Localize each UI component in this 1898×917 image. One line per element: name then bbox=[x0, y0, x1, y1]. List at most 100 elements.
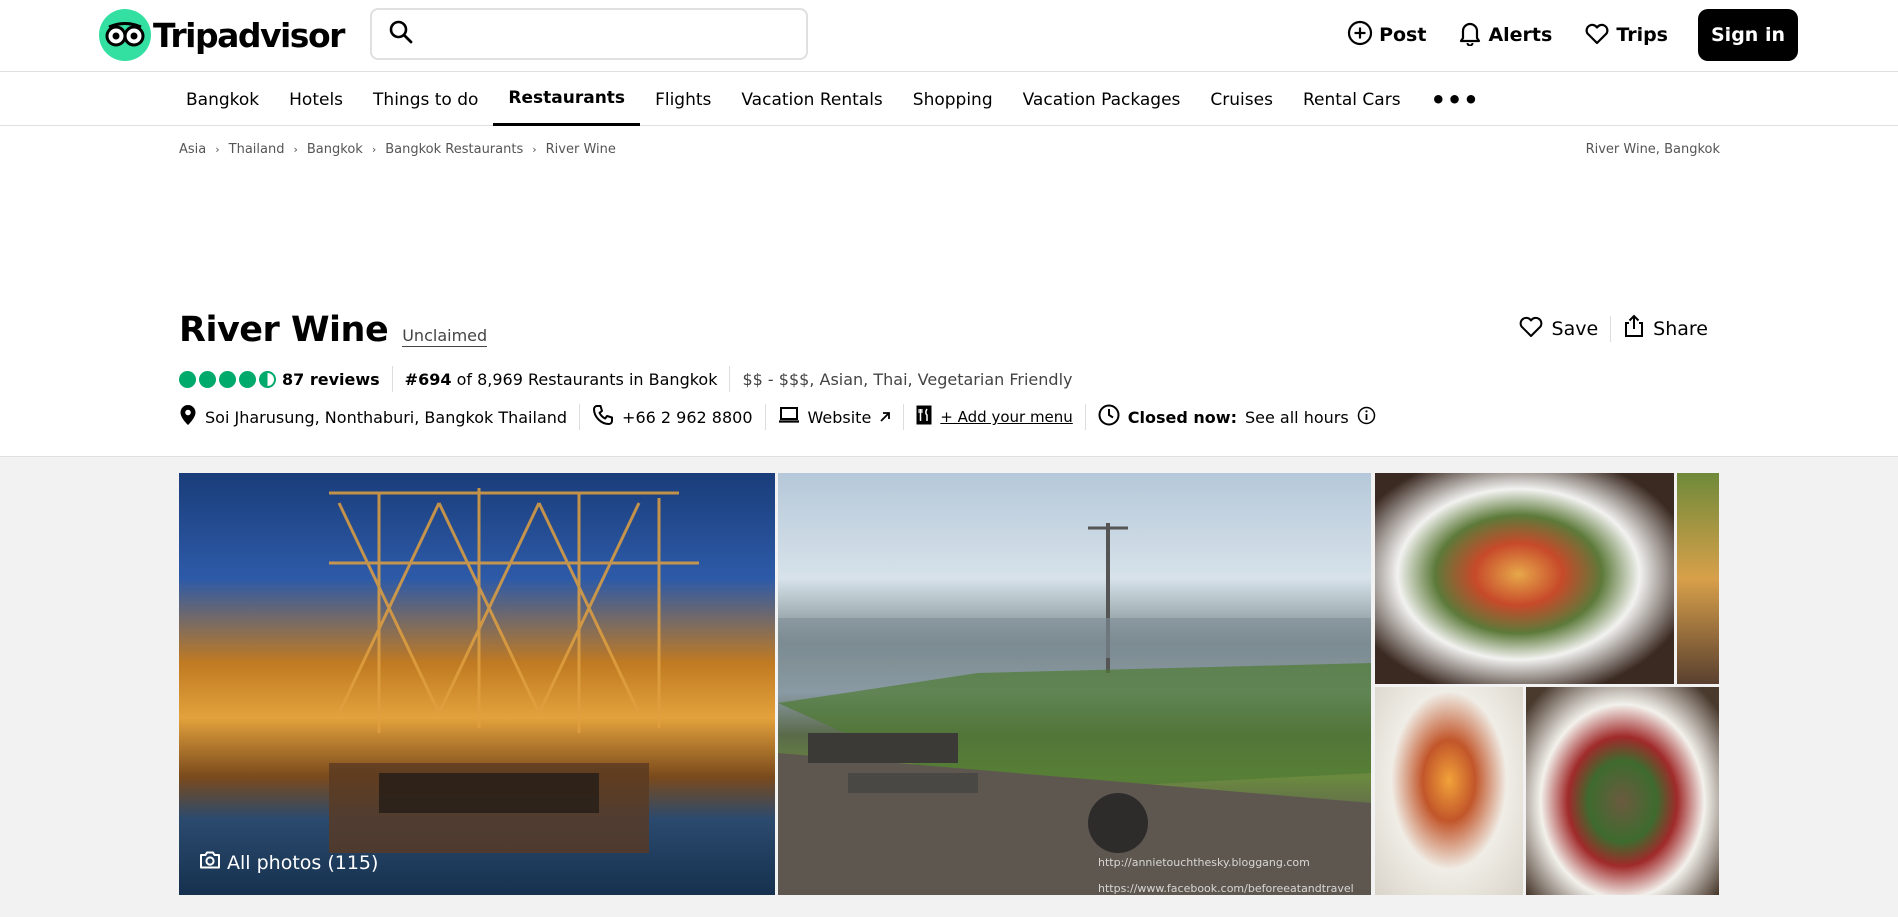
half-rating-bubble-icon bbox=[259, 370, 276, 388]
nav-item-shopping[interactable]: Shopping bbox=[898, 73, 1008, 126]
save-button[interactable]: Save bbox=[1506, 314, 1611, 343]
menu-icon bbox=[916, 405, 932, 429]
photo-grilled-prawn[interactable] bbox=[1375, 687, 1523, 895]
divider bbox=[1084, 404, 1086, 430]
rating-bubble-icon bbox=[239, 370, 256, 388]
nav-item-cruises[interactable]: Cruises bbox=[1195, 73, 1288, 126]
logo-text: Tripadvisor bbox=[153, 15, 345, 55]
camera-icon bbox=[199, 851, 221, 874]
address-link[interactable]: Soi Jharusung, Nonthaburi, Bangkok Thail… bbox=[179, 404, 567, 430]
post-button[interactable]: Post bbox=[1331, 9, 1442, 61]
reviews-count-link[interactable]: 87 reviews bbox=[282, 370, 380, 389]
rank-number: #694 bbox=[404, 369, 452, 389]
save-share-actions: Save Share bbox=[1506, 314, 1720, 343]
photo-partial-dish[interactable] bbox=[1677, 473, 1719, 684]
save-label: Save bbox=[1551, 317, 1599, 340]
chevron-right-icon: › bbox=[293, 143, 298, 156]
photo-salad-bowl[interactable] bbox=[1375, 473, 1674, 684]
see-all-hours-label: See all hours bbox=[1244, 407, 1349, 427]
website-label: Website bbox=[807, 407, 872, 427]
bell-icon bbox=[1458, 20, 1482, 51]
add-menu-label: + Add your menu bbox=[940, 408, 1073, 426]
website-link[interactable]: Website bbox=[778, 406, 892, 428]
heart-icon bbox=[1518, 314, 1544, 343]
nav-item-rental-cars[interactable]: Rental Cars bbox=[1288, 73, 1416, 126]
category-nav: Bangkok Hotels Things to do Restaurants Flig… bbox=[0, 73, 1898, 126]
phone-icon bbox=[592, 404, 614, 430]
watermark-line-1: http://annietouchthesky.bloggang.com bbox=[1098, 856, 1310, 869]
divider bbox=[391, 366, 393, 392]
share-icon bbox=[1623, 314, 1645, 343]
nav-item-flights[interactable]: Flights bbox=[640, 73, 726, 126]
sign-in-button[interactable]: Sign in bbox=[1698, 9, 1798, 61]
post-label: Post bbox=[1379, 24, 1427, 46]
ranking-link[interactable]: #694 of 8,969 Restaurants in Bangkok bbox=[405, 370, 718, 389]
share-label: Share bbox=[1653, 317, 1708, 340]
breadcrumb-item[interactable]: River Wine bbox=[546, 142, 616, 157]
info-row: Soi Jharusung, Nonthaburi, Bangkok Thail… bbox=[179, 404, 1376, 430]
price-cuisine-text: $$ - $$$, Asian, Thai, Vegetarian Friend… bbox=[742, 369, 1073, 389]
divider bbox=[764, 404, 766, 430]
title-row: River Wine Unclaimed bbox=[179, 310, 488, 350]
nav-item-hotels[interactable]: Hotels bbox=[274, 73, 358, 126]
alerts-label: Alerts bbox=[1488, 24, 1553, 46]
rating-bubble-icon bbox=[179, 370, 196, 388]
owl-logo-icon bbox=[99, 9, 151, 61]
breadcrumb: Asia › Thailand › Bangkok › Bangkok Restaurant… bbox=[179, 142, 616, 157]
watermark-line-2: https://www.facebook.com/beforeeatandtra… bbox=[1098, 882, 1354, 895]
tripadvisor-logo[interactable]: Tripadvisor bbox=[99, 9, 345, 61]
breadcrumb-item[interactable]: Thailand bbox=[229, 142, 285, 157]
address-text: Soi Jharusung, Nonthaburi, Bangkok Thail… bbox=[205, 407, 568, 427]
heart-icon bbox=[1584, 21, 1610, 50]
rank-text: of 8,969 Restaurants in Bangkok bbox=[456, 369, 718, 389]
trips-label: Trips bbox=[1616, 24, 1668, 46]
divider bbox=[579, 404, 581, 430]
breadcrumb-location-label: River Wine, Bangkok bbox=[1585, 142, 1720, 157]
clock-icon bbox=[1098, 404, 1120, 430]
trips-button[interactable]: Trips bbox=[1568, 9, 1684, 61]
nav-item-vacation-packages[interactable]: Vacation Packages bbox=[1008, 73, 1196, 126]
photo-seafood-bowl[interactable] bbox=[1526, 687, 1719, 895]
search-input[interactable] bbox=[424, 10, 806, 58]
info-icon[interactable] bbox=[1357, 406, 1376, 429]
nav-more-button[interactable]: ••• bbox=[1416, 73, 1495, 126]
top-actions: Post Alerts Trips Sign in bbox=[1331, 9, 1798, 61]
rating-bubbles bbox=[179, 370, 276, 388]
chevron-right-icon: › bbox=[371, 143, 377, 156]
add-menu-link[interactable]: + Add your menu bbox=[916, 405, 1073, 429]
nav-item-vacation-rentals[interactable]: Vacation Rentals bbox=[726, 73, 897, 126]
hours-status: Closed now: bbox=[1127, 407, 1237, 427]
page-title: River Wine bbox=[179, 310, 389, 350]
photo-watermark: http://annietouchthesky.bloggang.com htt… bbox=[1098, 850, 1354, 902]
breadcrumb-item[interactable]: Asia bbox=[179, 142, 206, 157]
rating-bubble-icon bbox=[199, 370, 216, 388]
all-photos-button[interactable]: All photos (115) bbox=[199, 851, 378, 874]
hours-link[interactable]: Closed now: See all hours bbox=[1098, 404, 1376, 430]
breadcrumb-item[interactable]: Bangkok bbox=[307, 142, 363, 157]
search-box[interactable] bbox=[370, 8, 808, 60]
map-pin-icon bbox=[179, 404, 197, 430]
all-photos-label: All photos (115) bbox=[227, 851, 379, 874]
photo-riverside-terrace[interactable] bbox=[778, 473, 1371, 895]
plus-circle-icon bbox=[1347, 20, 1373, 51]
rating-row: 87 reviews #694 of 8,969 Restaurants in … bbox=[179, 366, 1072, 392]
divider bbox=[729, 366, 731, 392]
laptop-icon bbox=[778, 406, 800, 428]
nav-item-bangkok[interactable]: Bangkok bbox=[171, 73, 274, 126]
divider bbox=[903, 404, 905, 430]
rating-bubble-icon bbox=[219, 370, 236, 388]
search-icon bbox=[388, 19, 414, 49]
breadcrumb-item[interactable]: Bangkok Restaurants bbox=[385, 142, 523, 157]
photo-main-restaurant-night[interactable] bbox=[179, 473, 775, 895]
external-link-icon bbox=[879, 408, 891, 427]
top-header: Tripadvisor Post Alerts Trips Sign in bbox=[0, 0, 1898, 72]
nav-item-things-to-do[interactable]: Things to do bbox=[358, 73, 493, 126]
alerts-button[interactable]: Alerts bbox=[1442, 9, 1568, 61]
share-button[interactable]: Share bbox=[1611, 314, 1720, 343]
claim-status-link[interactable]: Unclaimed bbox=[402, 326, 488, 347]
phone-text: +66 2 962 8800 bbox=[622, 407, 753, 427]
chevron-right-icon: › bbox=[215, 143, 220, 156]
phone-link[interactable]: +66 2 962 8800 bbox=[592, 404, 753, 430]
chevron-right-icon: › bbox=[532, 143, 537, 156]
nav-item-restaurants[interactable]: Restaurants bbox=[493, 73, 641, 126]
